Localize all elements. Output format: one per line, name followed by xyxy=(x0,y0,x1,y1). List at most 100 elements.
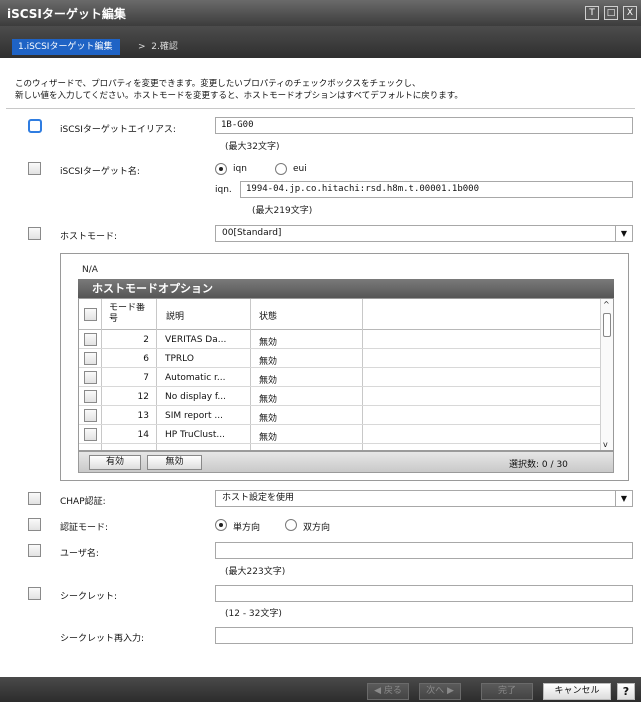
pin-button[interactable]: T xyxy=(585,6,599,20)
host-mode-value: 00[Standard] xyxy=(222,228,282,238)
row-checkbox[interactable] xyxy=(84,390,97,403)
intro-line-1: このウィザードで、プロパティを変更できます。変更したいプロパティのチェックボック… xyxy=(15,79,421,89)
back-button[interactable]: ◀ 戻る xyxy=(367,683,409,700)
target-name-label: iSCSIターゲット名: xyxy=(60,167,140,177)
two-way-radio[interactable] xyxy=(285,519,297,531)
row-checkbox[interactable] xyxy=(84,428,97,441)
selected-count: 選択数: 0 / 30 xyxy=(509,457,568,470)
one-way-radio[interactable] xyxy=(215,519,227,531)
secret-input[interactable] xyxy=(215,585,633,602)
iqn-radio-label: iqn xyxy=(233,164,247,174)
auth-mode-label: 認証モード: xyxy=(60,523,109,533)
window-title: iSCSIターゲット編集 xyxy=(7,7,126,21)
target-name-input[interactable]: 1994-04.jp.co.hitachi:rsd.h8m.t.00001.1b… xyxy=(240,181,633,198)
disable-button[interactable]: 無効 xyxy=(147,455,202,470)
intro-text: このウィザードで、プロパティを変更できます。変更したいプロパティのチェックボック… xyxy=(15,78,625,102)
host-mode-label: ホストモード: xyxy=(60,232,118,242)
scroll-down-icon[interactable]: v xyxy=(603,440,608,449)
intro-line-2: 新しい値を入力してください。ホストモードを変更すると、ホストモードオプションはす… xyxy=(15,91,463,101)
host-mode-select[interactable]: 00[Standard] ▼ xyxy=(215,225,633,242)
mode-description: SIM report ... xyxy=(165,411,223,421)
table-scrollbar[interactable]: ^ v xyxy=(600,299,613,450)
title-bar: iSCSIターゲット編集 T □ X xyxy=(0,0,641,26)
secret-confirm-input[interactable] xyxy=(215,627,633,644)
user-name-input[interactable] xyxy=(215,542,633,559)
breadcrumb-step-edit: 1.iSCSIターゲット編集 xyxy=(12,39,121,55)
chap-checkbox[interactable] xyxy=(28,492,41,505)
header-description[interactable]: 説明 xyxy=(166,309,184,322)
user-name-label: ユーザ名: xyxy=(60,549,99,559)
na-text: N/A xyxy=(82,265,98,275)
auth-mode-checkbox[interactable] xyxy=(28,518,41,531)
maximize-button[interactable]: □ xyxy=(604,6,618,20)
select-all-checkbox[interactable] xyxy=(84,308,97,321)
table-row[interactable]: 2 VERITAS Da... 無効 xyxy=(79,331,601,349)
mode-state: 無効 xyxy=(259,395,278,405)
help-button[interactable]: ? xyxy=(617,683,635,700)
alias-hint: (最大32文字) xyxy=(225,142,280,152)
total-count-value: 30 xyxy=(556,460,568,470)
mode-number: 6 xyxy=(143,354,149,364)
mode-description: VERITAS Da... xyxy=(165,335,227,345)
chevron-down-icon: ▼ xyxy=(615,226,632,241)
alias-label: iSCSIターゲットエイリアス: xyxy=(60,125,176,135)
row-checkbox[interactable] xyxy=(84,371,97,384)
next-button[interactable]: 次へ ▶ xyxy=(419,683,461,700)
secret-hint: (12 - 32文字) xyxy=(225,609,282,619)
enable-button[interactable]: 有効 xyxy=(89,455,141,470)
iqn-radio[interactable] xyxy=(215,163,227,175)
mode-state: 無効 xyxy=(259,338,278,348)
chap-value: ホスト設定を使用 xyxy=(222,493,295,503)
alias-checkbox[interactable] xyxy=(28,119,42,133)
table-row[interactable]: 13 SIM report ... 無効 xyxy=(79,407,601,425)
secret-label: シークレット: xyxy=(60,592,118,602)
mode-number: 2 xyxy=(143,335,149,345)
cancel-button[interactable]: キャンセル xyxy=(543,683,611,700)
host-mode-checkbox[interactable] xyxy=(28,227,41,240)
target-name-hint: (最大219文字) xyxy=(252,206,313,216)
mode-number: 14 xyxy=(137,430,149,440)
selected-count-separator: / xyxy=(550,460,554,470)
mode-number: 12 xyxy=(137,392,149,402)
row-checkbox[interactable] xyxy=(84,352,97,365)
options-table: モード番号 説明 状態 2 VERITAS Da... 無効 6 TPRLO 無… xyxy=(78,298,614,451)
header-state[interactable]: 状態 xyxy=(259,309,277,322)
scroll-thumb[interactable] xyxy=(603,313,611,337)
secret-confirm-label: シークレット再入力: xyxy=(60,634,145,644)
chap-select[interactable]: ホスト設定を使用 ▼ xyxy=(215,490,633,507)
eui-radio-label: eui xyxy=(293,164,307,174)
two-way-radio-label: 双方向 xyxy=(303,523,331,533)
chap-label: CHAP認証: xyxy=(60,497,106,507)
breadcrumb-step-confirm: > 2.確認 xyxy=(138,39,178,55)
finish-button[interactable]: 完了 xyxy=(481,683,533,700)
mode-description: No display f... xyxy=(165,392,227,402)
eui-radio[interactable] xyxy=(275,163,287,175)
mode-number: 13 xyxy=(137,411,149,421)
options-table-footer: 有効 無効 選択数: 0 / 30 xyxy=(78,451,614,473)
close-button[interactable]: X xyxy=(623,6,637,20)
table-row[interactable]: 14 HP TruClust... 無効 xyxy=(79,426,601,444)
mode-state: 無効 xyxy=(259,433,278,443)
mode-state: 無効 xyxy=(259,357,278,367)
table-row[interactable]: 6 TPRLO 無効 xyxy=(79,350,601,368)
target-name-checkbox[interactable] xyxy=(28,162,41,175)
table-row[interactable]: 12 No display f... 無効 xyxy=(79,388,601,406)
divider xyxy=(6,108,635,109)
mode-number: 7 xyxy=(143,373,149,383)
table-row[interactable]: 7 Automatic r... 無効 xyxy=(79,369,601,387)
one-way-radio-label: 単方向 xyxy=(233,523,261,533)
options-table-header: モード番号 説明 状態 xyxy=(79,299,601,330)
mode-state: 無効 xyxy=(259,376,278,386)
row-checkbox[interactable] xyxy=(84,333,97,346)
selected-count-value: 0 xyxy=(541,460,548,470)
breadcrumb-step-confirm-label: 2.確認 xyxy=(151,42,178,52)
user-name-checkbox[interactable] xyxy=(28,544,41,557)
alias-input[interactable]: 1B-G00 xyxy=(215,117,633,134)
user-name-hint: (最大223文字) xyxy=(225,567,286,577)
row-checkbox[interactable] xyxy=(84,409,97,422)
mode-description: Automatic r... xyxy=(165,373,226,383)
scroll-up-icon[interactable]: ^ xyxy=(603,300,610,309)
header-mode-number[interactable]: モード番号 xyxy=(109,303,149,325)
secret-checkbox[interactable] xyxy=(28,587,41,600)
mode-description: HP TruClust... xyxy=(165,430,225,440)
